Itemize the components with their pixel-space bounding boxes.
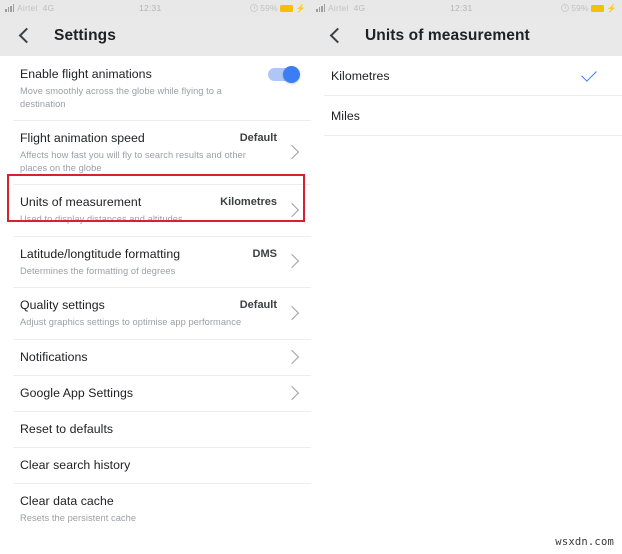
option-label: Kilometres bbox=[331, 69, 390, 83]
row-title: Latitude/longtitude formatting bbox=[20, 246, 181, 261]
row-subtitle: Move smoothly across the globe while fly… bbox=[20, 86, 222, 109]
battery-icon bbox=[279, 4, 296, 12]
row-header: Enable flight animations bbox=[20, 66, 277, 82]
row-title: Notifications bbox=[20, 349, 88, 364]
settings-row-reset-to-defaults[interactable]: Reset to defaults bbox=[0, 410, 311, 447]
clock-label: 12:31 bbox=[139, 3, 162, 13]
chevron-right-icon bbox=[284, 254, 300, 269]
network-type-label: 4G bbox=[42, 3, 55, 13]
row-title: Flight animation speed bbox=[20, 131, 145, 145]
left-phone-screen: Airtel 4G 12:31 59% ⚡ Settings Enable fl… bbox=[0, 0, 311, 554]
right-phone-screen: Airtel 4G 12:31 59% ⚡ Units of measureme… bbox=[311, 0, 622, 554]
row-header: Flight animation speed Default bbox=[20, 130, 277, 146]
settings-row-notifications[interactable]: Notifications bbox=[0, 338, 311, 375]
row-header: Units of measurement Kilometres bbox=[20, 194, 277, 210]
row-header: Clear data cache bbox=[20, 493, 277, 509]
carrier-label: Airtel bbox=[328, 3, 349, 13]
row-header: Quality settings Default bbox=[20, 297, 277, 313]
battery-percent-label: 59% bbox=[260, 3, 278, 13]
settings-row-enable-flight-animations[interactable]: Enable flight animations Move smoothly a… bbox=[0, 56, 311, 120]
back-chevron-icon[interactable] bbox=[325, 26, 345, 46]
row-value: DMS bbox=[252, 247, 277, 260]
status-bar-right: Airtel 4G 12:31 59% ⚡ bbox=[311, 0, 622, 16]
lightning-bolt-icon: ⚡ bbox=[606, 3, 617, 13]
units-option-list: Kilometres Miles bbox=[311, 56, 622, 136]
row-title: Clear search history bbox=[20, 457, 131, 472]
chevron-right-icon bbox=[284, 349, 300, 364]
settings-row-clear-data-cache[interactable]: Clear data cache Resets the persistent c… bbox=[0, 482, 311, 534]
app-bar-units: Units of measurement bbox=[311, 16, 622, 56]
option-row-miles[interactable]: Miles bbox=[311, 96, 622, 136]
alarm-clock-icon bbox=[250, 4, 259, 12]
row-title: Units of measurement bbox=[20, 195, 142, 209]
carrier-label: Airtel bbox=[17, 3, 38, 13]
battery-icon bbox=[590, 4, 607, 12]
chevron-right-icon bbox=[284, 305, 300, 320]
option-label: Miles bbox=[331, 109, 360, 123]
row-value: Kilometres bbox=[220, 196, 277, 208]
chevron-right-icon bbox=[284, 202, 300, 217]
settings-row-quality-settings[interactable]: Quality settings Default Adjust graphics… bbox=[0, 287, 311, 339]
checkmark-icon bbox=[582, 72, 598, 81]
settings-row-google-app-settings[interactable]: Google App Settings bbox=[0, 374, 311, 411]
dual-screenshot-container: Airtel 4G 12:31 59% ⚡ Settings Enable fl… bbox=[0, 0, 622, 554]
row-header: Notifications bbox=[20, 349, 277, 365]
row-title: Quality settings bbox=[20, 298, 105, 312]
row-subtitle: Determines the formatting of degrees bbox=[20, 265, 176, 276]
chevron-right-icon bbox=[284, 385, 300, 400]
row-value: Default bbox=[239, 132, 277, 144]
watermark: wsxdn.com bbox=[555, 536, 614, 548]
row-header: Google App Settings bbox=[20, 385, 277, 401]
alarm-clock-icon bbox=[561, 4, 570, 12]
status-bar-right-group: 59% ⚡ bbox=[561, 3, 617, 13]
row-header: Latitude/longtitude formatting DMS bbox=[20, 246, 277, 262]
page-title: Units of measurement bbox=[365, 27, 530, 44]
lightning-bolt-icon: ⚡ bbox=[295, 3, 306, 13]
signal-bars-icon bbox=[5, 4, 14, 12]
row-subtitle: Used to display distances and altitudes bbox=[20, 214, 183, 224]
status-bar-right-group: 59% ⚡ bbox=[250, 3, 306, 13]
battery-percent-label: 59% bbox=[571, 3, 589, 13]
row-title: Reset to defaults bbox=[20, 421, 114, 436]
row-header: Clear search history bbox=[20, 457, 277, 473]
status-bar-left-group: Airtel 4G bbox=[316, 3, 365, 13]
signal-bars-icon bbox=[316, 4, 325, 12]
app-bar-settings: Settings bbox=[0, 16, 311, 56]
page-title: Settings bbox=[54, 27, 116, 44]
settings-row-flight-animation-speed[interactable]: Flight animation speed Default Affects h… bbox=[0, 120, 311, 184]
row-subtitle: Resets the persistent cache bbox=[20, 512, 137, 523]
settings-row-clear-search-history[interactable]: Clear search history bbox=[0, 446, 311, 483]
flight-animations-toggle[interactable] bbox=[268, 65, 300, 83]
settings-row-units-of-measurement[interactable]: Units of measurement Kilometres Used to … bbox=[0, 184, 311, 236]
row-title: Google App Settings bbox=[20, 385, 134, 400]
row-title: Clear data cache bbox=[20, 493, 114, 508]
chevron-right-icon bbox=[284, 144, 300, 160]
back-chevron-icon[interactable] bbox=[14, 26, 34, 46]
row-subtitle: Affects how fast you will fly to search … bbox=[20, 150, 246, 173]
row-title: Enable flight animations bbox=[20, 67, 152, 81]
network-type-label: 4G bbox=[353, 3, 366, 13]
option-row-kilometres[interactable]: Kilometres bbox=[311, 56, 622, 96]
clock-label: 12:31 bbox=[450, 3, 473, 13]
toggle-knob bbox=[283, 65, 300, 83]
row-header: Reset to defaults bbox=[20, 421, 277, 437]
status-bar-left: Airtel 4G 12:31 59% ⚡ bbox=[0, 0, 311, 16]
settings-row-latitude-longitude-formatting[interactable]: Latitude/longtitude formatting DMS Deter… bbox=[0, 235, 311, 287]
status-bar-left-group: Airtel 4G bbox=[5, 3, 54, 13]
row-subtitle: Adjust graphics settings to optimise app… bbox=[20, 317, 242, 327]
row-value: Default bbox=[239, 299, 277, 311]
settings-list: Enable flight animations Move smoothly a… bbox=[0, 56, 311, 534]
